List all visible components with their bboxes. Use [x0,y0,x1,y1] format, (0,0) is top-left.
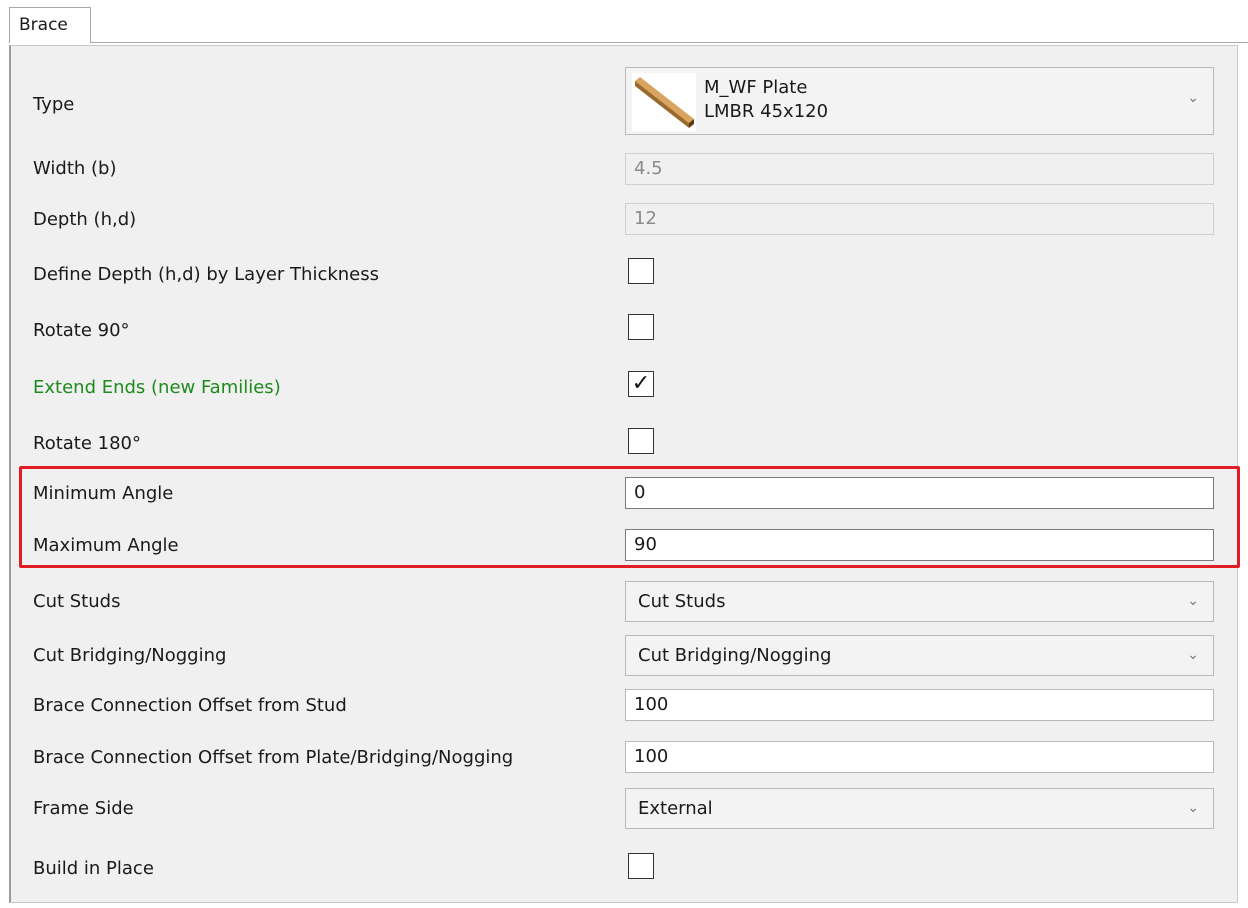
cut-bridging-value: Cut Bridging/Nogging [638,645,832,666]
offset-stud-label: Brace Connection Offset from Stud [33,695,347,716]
offset-plate-label: Brace Connection Offset from Plate/Bridg… [33,747,514,768]
chevron-down-icon: ⌄ [1187,647,1199,663]
tab-brace[interactable]: Brace [9,7,91,43]
type-family-name: M_WF Plate [704,77,808,98]
cut-studs-label: Cut Studs [33,591,121,612]
cut-bridging-label: Cut Bridging/Nogging [33,645,227,666]
type-select[interactable]: M_WF Plate LMBR 45x120 ⌄ [625,67,1214,135]
type-label: Type [33,94,75,115]
build-in-place-checkbox[interactable] [628,853,654,879]
cut-studs-value: Cut Studs [638,591,726,612]
type-name: LMBR 45x120 [704,101,829,122]
tab-divider [9,42,1248,43]
extend-ends-checkbox[interactable]: ✓ [628,371,654,397]
highlight-box [19,466,1240,568]
frame-side-select[interactable]: External ⌄ [625,788,1214,829]
chevron-down-icon: ⌄ [1187,90,1199,106]
width-field: 4.5 [625,153,1214,185]
frame-side-value: External [638,798,713,819]
cut-bridging-select[interactable]: Cut Bridging/Nogging ⌄ [625,635,1214,676]
depth-label: Depth (h,d) [33,209,137,230]
rotate-180-label: Rotate 180° [33,433,142,454]
offset-plate-input[interactable]: 100 [625,741,1214,773]
offset-stud-input[interactable]: 100 [625,689,1214,721]
chevron-down-icon: ⌄ [1187,800,1199,816]
define-depth-label: Define Depth (h,d) by Layer Thickness [33,264,380,285]
define-depth-checkbox[interactable] [628,258,654,284]
frame-side-label: Frame Side [33,798,134,819]
wood-plate-icon [632,73,696,131]
cut-studs-select[interactable]: Cut Studs ⌄ [625,581,1214,622]
width-label: Width (b) [33,158,117,179]
depth-field: 12 [625,203,1214,235]
chevron-down-icon: ⌄ [1187,593,1199,609]
rotate-90-checkbox[interactable] [628,314,654,340]
build-in-place-label: Build in Place [33,858,154,879]
check-mark-icon: ✓ [631,371,651,396]
rotate-90-label: Rotate 90° [33,320,130,341]
extend-ends-label: Extend Ends (new Families) [33,377,281,398]
rotate-180-checkbox[interactable] [628,428,654,454]
